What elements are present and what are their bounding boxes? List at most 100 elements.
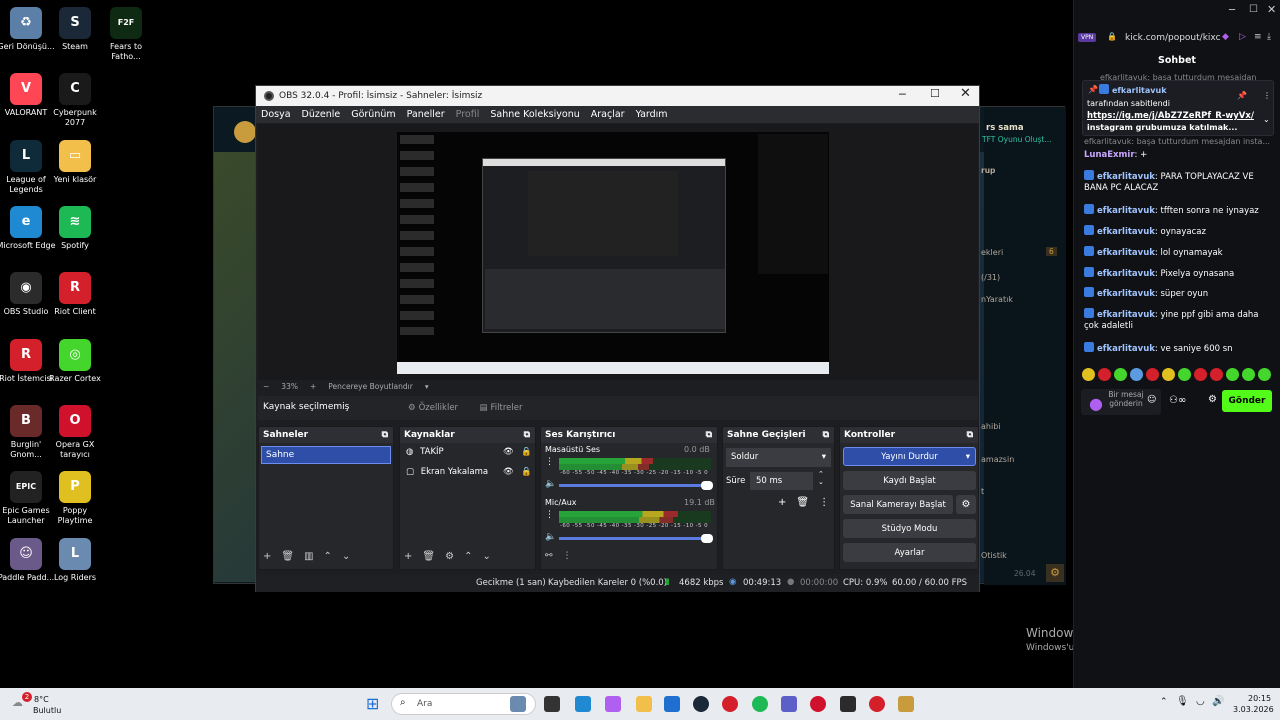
stop-stream-button[interactable]: Yayını Durdur ▾ <box>843 447 976 466</box>
menu-item[interactable]: Düzenle <box>302 109 341 120</box>
desktop-icon[interactable]: ▭ Yeni klasör <box>45 140 105 185</box>
emote-icon[interactable] <box>1082 368 1095 381</box>
menu-item[interactable]: Araçlar <box>591 109 625 120</box>
menu-dots-icon[interactable]: ⋮ <box>819 497 829 508</box>
eye-icon[interactable]: 👁 <box>503 447 514 457</box>
chat-message[interactable]: efkarlitavuk: tfften sonra ne iynayaz <box>1084 204 1274 217</box>
lock-icon[interactable]: 🔒 <box>521 467 532 477</box>
menu-icon[interactable]: ≡ <box>1254 32 1262 42</box>
teams-icon[interactable] <box>781 696 797 712</box>
down-icon[interactable]: ⌄ <box>342 551 350 562</box>
minimize-button[interactable]: ─ <box>1229 5 1235 16</box>
up-icon[interactable]: ⌃ <box>324 551 332 562</box>
menu-item[interactable]: Dosya <box>261 109 291 120</box>
chat-username[interactable]: LunaExmir <box>1084 150 1135 160</box>
emote-icon[interactable] <box>1210 368 1223 381</box>
add-icon[interactable]: + <box>263 551 271 562</box>
maximize-button[interactable]: ☐ <box>930 87 940 100</box>
chat-message[interactable]: LunaExmir: + <box>1084 150 1274 161</box>
scene-item[interactable]: Sahne <box>261 446 391 464</box>
trash-icon[interactable]: 🗑 <box>422 551 435 562</box>
slider-handle[interactable] <box>701 481 713 490</box>
desktop-icon[interactable]: L Log Riders <box>45 538 105 583</box>
close-button[interactable]: ✕ <box>960 86 971 101</box>
lock-icon[interactable]: 🔒 <box>521 447 532 457</box>
emoji-icon[interactable]: ☺ <box>1147 395 1156 405</box>
studio-mode-button[interactable]: Stüdyo Modu <box>843 519 976 538</box>
speaker-icon[interactable]: 🔈 <box>545 479 556 489</box>
widget-icon[interactable] <box>510 696 526 712</box>
emote-icon[interactable] <box>1226 368 1239 381</box>
chat-message[interactable]: efkarlitavuk: ve saniye 600 sn <box>1084 342 1274 355</box>
slider-handle[interactable] <box>701 534 713 543</box>
properties-button[interactable]: ⚙ Özellikler <box>403 399 463 417</box>
desktop-icon[interactable]: O Opera GX tarayıcı <box>45 405 105 460</box>
copilot-icon[interactable] <box>605 696 621 712</box>
undock-icon[interactable]: ⧉ <box>382 430 388 440</box>
fit-window-label[interactable]: Pencereye Boyutlandır <box>328 382 413 391</box>
gear-icon[interactable]: ⚙ <box>445 551 454 562</box>
menu-dots-icon[interactable]: ⋮ <box>545 510 554 520</box>
spotify-icon[interactable] <box>752 696 768 712</box>
chat-username[interactable]: efkarlitavuk <box>1097 206 1155 216</box>
mic-icon[interactable]: 🎙 <box>1176 696 1189 707</box>
eye-icon[interactable]: 👁 <box>503 467 514 477</box>
link-icon[interactable]: ⚯ <box>545 551 553 561</box>
riot-icon[interactable] <box>722 696 738 712</box>
vpn-badge[interactable]: VPN <box>1078 33 1097 42</box>
emote-icon[interactable] <box>1114 368 1127 381</box>
volume-icon[interactable]: 🔊 <box>1212 696 1224 707</box>
menu-item[interactable]: Görünüm <box>351 109 395 120</box>
chat-username[interactable]: efkarlitavuk <box>1097 344 1155 354</box>
shield-icon[interactable]: ◆ <box>1222 32 1229 42</box>
pinned-link[interactable]: https://ig.me/j/AbZ7ZeRPf_R-wyVx/ <box>1087 111 1254 121</box>
league-icon[interactable] <box>898 696 914 712</box>
emote-icon[interactable] <box>1242 368 1255 381</box>
transition-select[interactable]: Soldur ▾ <box>726 448 831 467</box>
settings-button[interactable]: Ayarlar <box>843 543 976 562</box>
files-icon[interactable] <box>636 696 652 712</box>
source-item-screen[interactable]: ▢ Ekran Yakalama 👁 🔒 <box>400 463 535 483</box>
emote-icon[interactable] <box>1146 368 1159 381</box>
desktop-icon[interactable]: ◎ Razer Cortex <box>45 339 105 384</box>
desktop-icon[interactable]: R Riot Client <box>45 272 105 317</box>
opera-icon[interactable] <box>810 696 826 712</box>
obs-icon[interactable] <box>840 696 856 712</box>
emote-icon[interactable] <box>1098 368 1111 381</box>
close-button[interactable]: ✕ <box>1267 3 1276 16</box>
chevron-up-icon[interactable]: ⌃ <box>1160 697 1168 707</box>
chat-username[interactable]: efkarlitavuk <box>1097 227 1155 237</box>
trash-icon[interactable]: 🗑 <box>281 551 294 562</box>
chevron-down-icon[interactable]: ▾ <box>425 382 429 391</box>
desktop-icon[interactable]: C Cyberpunk 2077 <box>45 73 105 128</box>
zoom-in-button[interactable]: + <box>310 382 316 391</box>
speaker-icon[interactable]: 🔈 <box>545 532 556 542</box>
desktop-icon[interactable]: P Poppy Playtime <box>45 471 105 526</box>
chat-username[interactable]: efkarlitavuk <box>1097 269 1155 279</box>
league-settings-icon[interactable]: ⚙ <box>1046 564 1064 582</box>
source-item-takip[interactable]: ◍ TAKİP 👁 🔒 <box>400 443 535 463</box>
menu-item[interactable]: Sahne Koleksiyonu <box>490 109 579 120</box>
menu-item[interactable]: Yardım <box>636 109 668 120</box>
chat-username[interactable]: efkarlitavuk <box>1097 310 1155 320</box>
chat-message[interactable]: efkarlitavuk: PARA TOPLAYACAZ VE BANA PC… <box>1084 170 1274 194</box>
group-icon[interactable]: ⚇∞ <box>1169 395 1186 406</box>
play-icon[interactable]: ▷ <box>1239 32 1246 42</box>
trash-icon[interactable]: 🗑 <box>796 497 809 508</box>
undock-icon[interactable]: ⧉ <box>706 430 712 440</box>
unpin-icon[interactable]: 📌 <box>1237 91 1247 100</box>
chat-input[interactable]: ● Bir mesaj gönderin ☺ <box>1081 389 1161 415</box>
add-icon[interactable]: + <box>404 551 412 562</box>
send-button[interactable]: Gönder <box>1222 390 1272 412</box>
chevron-down-icon[interactable]: ▾ <box>966 452 970 462</box>
add-icon[interactable]: + <box>778 497 786 508</box>
chat-message[interactable]: efkarlitavuk: oynayacaz <box>1084 225 1274 238</box>
down-icon[interactable]: ⌄ <box>482 551 490 562</box>
virtual-cam-button[interactable]: Sanal Kamerayı Başlat <box>843 495 953 514</box>
volume-slider[interactable] <box>559 481 713 490</box>
desktop-icon[interactable]: ≋ Spotify <box>45 206 105 251</box>
chat-message[interactable]: efkarlitavuk: Pixelya oynasana <box>1084 267 1274 280</box>
maximize-button[interactable]: ☐ <box>1249 4 1258 15</box>
emote-icon[interactable] <box>1130 368 1143 381</box>
undock-icon[interactable]: ⧉ <box>823 430 829 440</box>
